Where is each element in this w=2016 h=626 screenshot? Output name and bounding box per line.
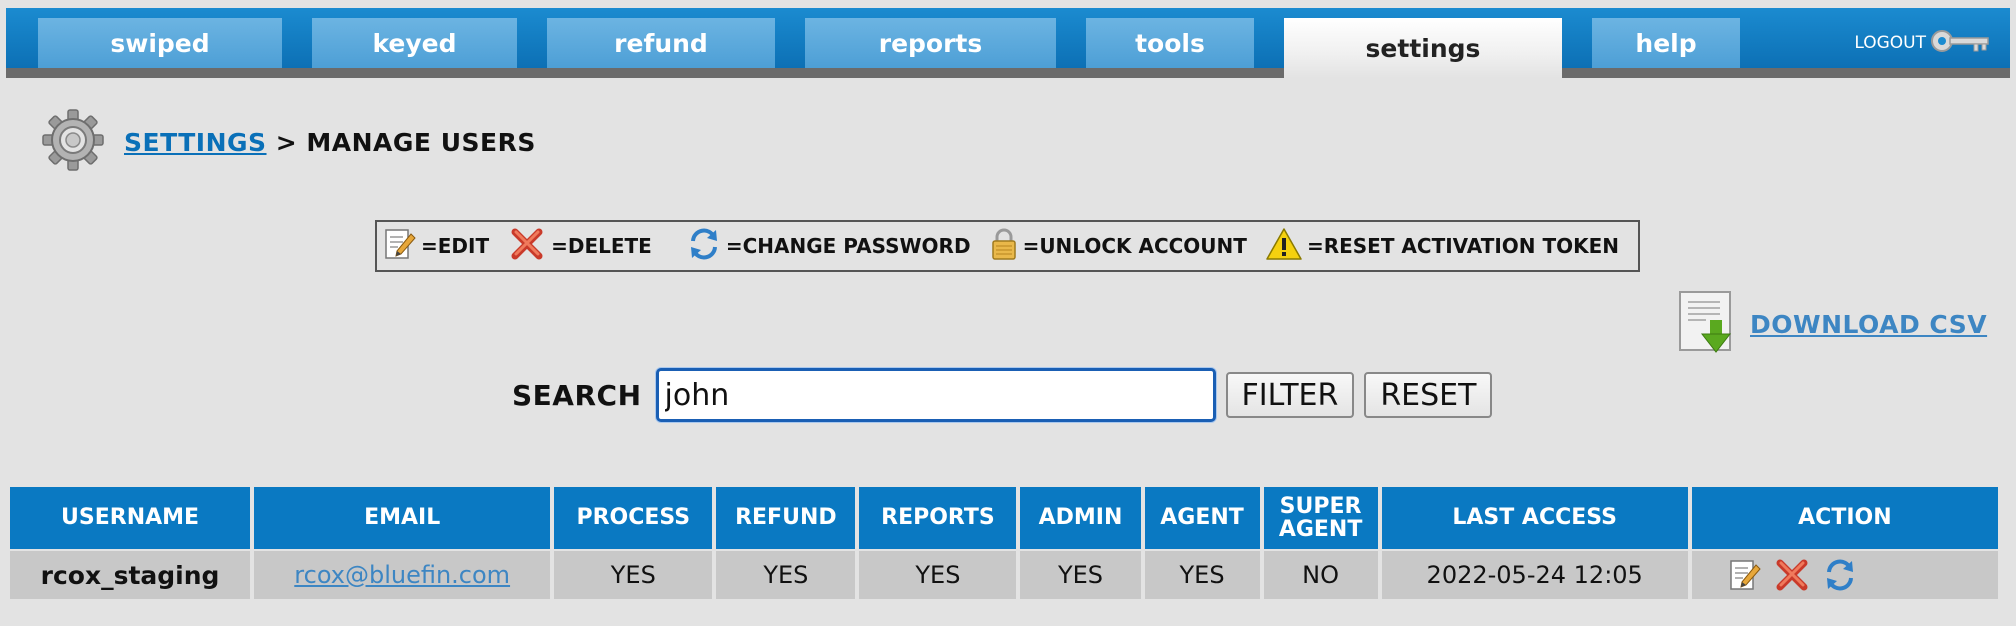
column-header-super-agent: SUPER AGENT xyxy=(1263,487,1378,549)
legend-edit: =EDIT xyxy=(383,226,489,267)
refresh-icon[interactable] xyxy=(1822,557,1858,593)
action-legend: =EDIT =DELETE =CHANGE PASSWORD =UNLOCK A… xyxy=(375,220,1640,272)
cell-reports: YES xyxy=(859,551,1017,599)
users-table: USERNAME EMAIL PROCESS REFUND REPORTS AD… xyxy=(6,485,2002,601)
tab-keyed[interactable]: keyed xyxy=(312,18,517,68)
page-title: MANAGE USERS xyxy=(306,127,536,157)
legend-edit-label: =EDIT xyxy=(421,234,490,258)
legend-delete: =DELETE xyxy=(507,226,652,267)
filter-button[interactable]: FILTER xyxy=(1225,372,1355,418)
legend-change-password: =CHANGE PASSWORD xyxy=(686,226,971,267)
refresh-icon xyxy=(686,226,726,267)
download-document-icon xyxy=(1676,290,1740,358)
legend-change-password-label: =CHANGE PASSWORD xyxy=(725,234,971,258)
column-header-reports: REPORTS xyxy=(859,487,1017,549)
tab-tools[interactable]: tools xyxy=(1086,18,1254,68)
delete-icon[interactable] xyxy=(1772,557,1812,593)
cell-email: rcox@bluefin.com xyxy=(254,551,551,599)
column-header-admin: ADMIN xyxy=(1020,487,1141,549)
download-csv-link[interactable]: DOWNLOAD CSV xyxy=(1750,310,1987,339)
tab-settings[interactable]: settings xyxy=(1284,18,1562,78)
legend-unlock-label: =UNLOCK ACCOUNT xyxy=(1022,234,1247,258)
column-header-agent: AGENT xyxy=(1144,487,1260,549)
column-header-email: EMAIL xyxy=(254,487,551,549)
logout-label: LOGOUT xyxy=(1854,33,1926,53)
legend-delete-label: =DELETE xyxy=(551,234,652,258)
legend-reset-token-label: =RESET ACTIVATION TOKEN xyxy=(1306,234,1620,258)
column-header-last-access: LAST ACCESS xyxy=(1381,487,1688,549)
download-csv[interactable]: DOWNLOAD CSV xyxy=(1676,290,1987,358)
tab-swiped[interactable]: swiped xyxy=(38,18,282,68)
cell-process: YES xyxy=(554,551,713,599)
cell-agent: YES xyxy=(1144,551,1260,599)
breadcrumb-separator: > xyxy=(275,127,298,157)
logout-button[interactable]: LOGOUT xyxy=(1854,29,1992,56)
legend-unlock: =UNLOCK ACCOUNT xyxy=(989,226,1247,267)
reset-button[interactable]: RESET xyxy=(1364,372,1493,418)
table-row: rcox_staging rcox@bluefin.com YES YES YE… xyxy=(10,551,1998,599)
column-header-username: USERNAME xyxy=(10,487,251,549)
column-header-process: PROCESS xyxy=(554,487,713,549)
lock-icon xyxy=(989,226,1023,267)
search-input[interactable] xyxy=(655,368,1216,422)
gear-icon xyxy=(40,108,106,176)
cell-admin: YES xyxy=(1020,551,1141,599)
search-label: SEARCH xyxy=(512,378,642,412)
tab-reports[interactable]: reports xyxy=(805,18,1056,68)
delete-icon xyxy=(507,226,551,267)
edit-icon xyxy=(383,226,421,267)
breadcrumb-settings-link[interactable]: SETTINGS xyxy=(124,128,267,157)
column-header-action: ACTION xyxy=(1691,487,1998,549)
cell-username: rcox_staging xyxy=(10,551,251,599)
legend-reset-token: =RESET ACTIVATION TOKEN xyxy=(1265,226,1619,267)
cell-super-agent: NO xyxy=(1263,551,1378,599)
tab-help[interactable]: help xyxy=(1592,18,1740,68)
cell-refund: YES xyxy=(716,551,856,599)
search-row: SEARCH FILTER RESET xyxy=(512,368,1493,422)
tab-refund[interactable]: refund xyxy=(547,18,775,68)
edit-icon[interactable] xyxy=(1728,557,1762,593)
warning-icon xyxy=(1265,226,1307,267)
nav-underline xyxy=(6,68,2010,78)
column-header-refund: REFUND xyxy=(716,487,856,549)
breadcrumb: SETTINGS > MANAGE USERS xyxy=(40,108,536,176)
cell-actions xyxy=(1691,551,1998,599)
email-link[interactable]: rcox@bluefin.com xyxy=(294,561,510,589)
top-navigation: swiped keyed refund reports tools settin… xyxy=(0,0,2016,78)
cell-last-access: 2022-05-24 12:05 xyxy=(1381,551,1688,599)
table-header-row: USERNAME EMAIL PROCESS REFUND REPORTS AD… xyxy=(10,487,1998,549)
key-icon xyxy=(1930,25,1992,62)
